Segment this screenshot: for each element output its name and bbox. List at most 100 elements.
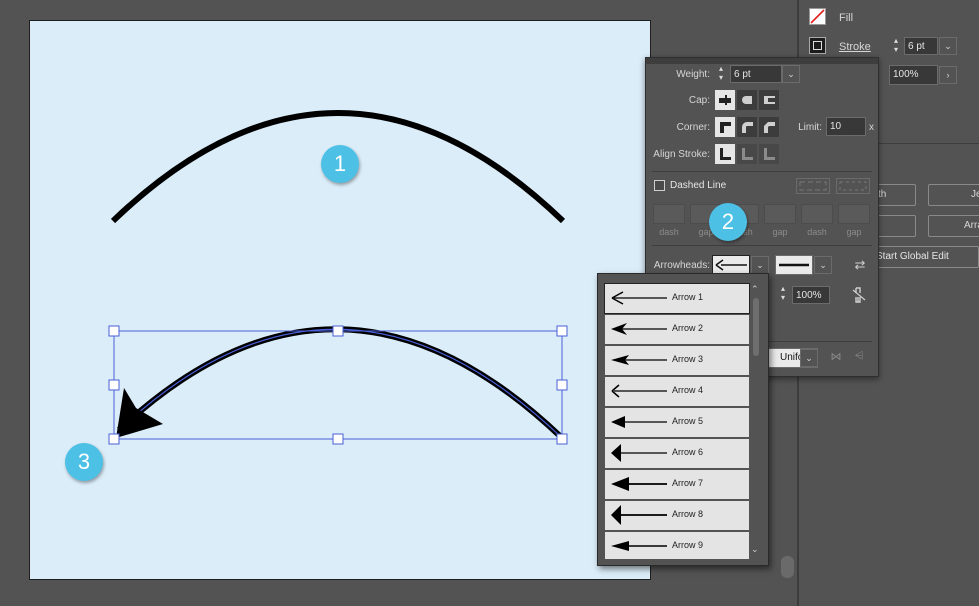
- fill-none-icon[interactable]: [809, 8, 826, 25]
- arrowhead-option-5[interactable]: Arrow 5: [605, 408, 749, 439]
- arrow-4-icon: [611, 384, 667, 398]
- panel-separator: [652, 171, 872, 172]
- butt-cap-icon[interactable]: [715, 90, 735, 110]
- arrow-8-icon: [611, 505, 667, 525]
- dock-stroke-weight-input[interactable]: 6 pt: [904, 37, 938, 55]
- arrow-2-icon: [611, 323, 667, 335]
- weight-chevron-down-icon[interactable]: ⌄: [782, 65, 800, 83]
- round-cap-icon[interactable]: [737, 90, 757, 110]
- flip-across-icon[interactable]: ⩤: [851, 350, 867, 366]
- start-arrowhead-chevron-down-icon[interactable]: ⌄: [751, 256, 769, 274]
- scale-stepper-icon[interactable]: ▴ ▾: [776, 284, 790, 304]
- arrow-7-icon: [611, 477, 667, 491]
- stroke-label[interactable]: Stroke: [839, 41, 871, 53]
- panel-separator-2: [652, 245, 872, 246]
- dock-tint-input[interactable]: 100%: [889, 65, 938, 85]
- gap-field-2[interactable]: [764, 204, 796, 224]
- chevron-right-icon[interactable]: ›: [939, 66, 957, 84]
- arrowhead-option-4[interactable]: Arrow 4: [605, 377, 749, 408]
- handle-bottom-left: [108, 433, 120, 445]
- dock-scrollbar-thumb[interactable]: [781, 556, 794, 578]
- dock-stroke-weight-field[interactable]: ▴ ▾ 6 pt ⌄: [889, 36, 957, 56]
- handle-top-middle: [332, 325, 344, 337]
- stepper-icon[interactable]: ▴ ▾: [889, 36, 903, 56]
- arrowhead-option-8[interactable]: Arrow 8: [605, 501, 749, 532]
- weight-label: Weight:: [676, 69, 710, 80]
- align-inside-icon[interactable]: [737, 144, 757, 164]
- fill-label: Fill: [839, 12, 854, 24]
- gap-label-2: gap: [772, 227, 788, 237]
- arrowhead-option-9[interactable]: Arrow 9: [605, 532, 749, 561]
- arrowhead-option-6[interactable]: Arrow 6: [605, 439, 749, 470]
- scroll-down-icon[interactable]: ⌄: [751, 544, 759, 555]
- arrowhead-option-label: Arrow 3: [672, 354, 704, 364]
- menu-scroll-thumb[interactable]: [753, 298, 759, 356]
- arrowhead-option-2[interactable]: Arrow 2: [605, 315, 749, 346]
- start-global-edit-label: Start Global Edit: [876, 251, 949, 262]
- arrowhead-option-7[interactable]: Arrow 7: [605, 470, 749, 501]
- arrowhead-option-label: Arrow 8: [672, 509, 704, 519]
- handle-middle-left: [108, 379, 120, 391]
- menu-scrollbar[interactable]: ⌃ ⌄: [750, 284, 762, 556]
- align-center-icon[interactable]: [715, 144, 735, 164]
- dock-button-arrange[interactable]: Arra: [928, 215, 979, 237]
- arrowhead-dropdown-menu[interactable]: Arrow 1 Arrow 2 Arrow 3 Arrow 4 Arrow 5 …: [597, 273, 769, 566]
- dock-button-je[interactable]: Je: [928, 184, 979, 206]
- panel-grip[interactable]: [646, 58, 878, 64]
- profile-chevron-down-icon[interactable]: ⌄: [800, 349, 818, 367]
- limit-label: Limit:: [798, 122, 822, 133]
- arrowhead-option-label: Arrow 4: [672, 385, 704, 395]
- callout-badge-1: 1: [321, 145, 359, 183]
- handle-top-right: [556, 325, 568, 337]
- bevel-join-icon[interactable]: [759, 117, 779, 137]
- arrowhead-option-label: Arrow 2: [672, 323, 704, 333]
- dash-label-1: dash: [659, 227, 679, 237]
- arrow-6-icon: [611, 444, 667, 462]
- dock-separator: [878, 143, 979, 144]
- chevron-down-icon[interactable]: ⌄: [939, 37, 957, 55]
- gap-label-3: gap: [846, 227, 862, 237]
- arrowheads-label: Arrowheads:: [653, 260, 710, 271]
- arrowhead-option-1[interactable]: Arrow 1: [604, 283, 750, 314]
- round-join-icon[interactable]: [737, 117, 757, 137]
- dashed-line-label: Dashed Line: [670, 180, 727, 191]
- dash-preset-2-icon[interactable]: [836, 178, 870, 194]
- dashed-line-checkbox[interactable]: [654, 180, 665, 191]
- end-arrowhead-chevron-down-icon[interactable]: ⌄: [814, 256, 832, 274]
- dash-field-3[interactable]: [801, 204, 833, 224]
- scroll-up-icon[interactable]: ⌃: [751, 284, 759, 295]
- callout-badge-3: 3: [65, 443, 103, 481]
- arrow-1-icon: [611, 291, 667, 305]
- miter-join-icon[interactable]: [715, 117, 735, 137]
- scale-input[interactable]: 100%: [792, 286, 830, 304]
- start-arrowhead-select[interactable]: [712, 255, 750, 275]
- align-outside-icon[interactable]: [759, 144, 779, 164]
- handle-bottom-middle: [332, 433, 344, 445]
- limit-input[interactable]: 10: [826, 117, 866, 136]
- end-arrowhead-select[interactable]: [775, 255, 813, 275]
- arrowhead-option-label: Arrow 1: [672, 292, 704, 302]
- link-scale-icon[interactable]: [850, 285, 868, 305]
- dash-label-3: dash: [807, 227, 827, 237]
- arrow-3-icon: [611, 355, 667, 365]
- stroke-swatch-icon[interactable]: [809, 37, 826, 54]
- arrow-5-icon: [611, 416, 667, 428]
- swap-arrows-icon[interactable]: ⇄: [851, 256, 869, 274]
- weight-input[interactable]: 6 pt: [730, 65, 782, 83]
- arrow-9-icon: [611, 541, 667, 551]
- handle-middle-right: [556, 379, 568, 391]
- handle-bottom-right: [556, 433, 568, 445]
- limit-unit: x: [869, 122, 874, 133]
- flip-along-icon[interactable]: ⋈: [828, 350, 844, 366]
- corner-label: Corner:: [676, 122, 710, 133]
- weight-stepper-icon[interactable]: ▴ ▾: [714, 64, 728, 84]
- arrowhead-option-label: Arrow 6: [672, 447, 704, 457]
- arrowhead-option-label: Arrow 5: [672, 416, 704, 426]
- gap-field-3[interactable]: [838, 204, 870, 224]
- arrowhead-option-3[interactable]: Arrow 3: [605, 346, 749, 377]
- dash-preset-1-icon[interactable]: [796, 178, 830, 194]
- line-end-icon: [779, 263, 809, 267]
- dash-field-1[interactable]: [653, 204, 685, 224]
- handle-top-left: [108, 325, 120, 337]
- projecting-cap-icon[interactable]: [759, 90, 779, 110]
